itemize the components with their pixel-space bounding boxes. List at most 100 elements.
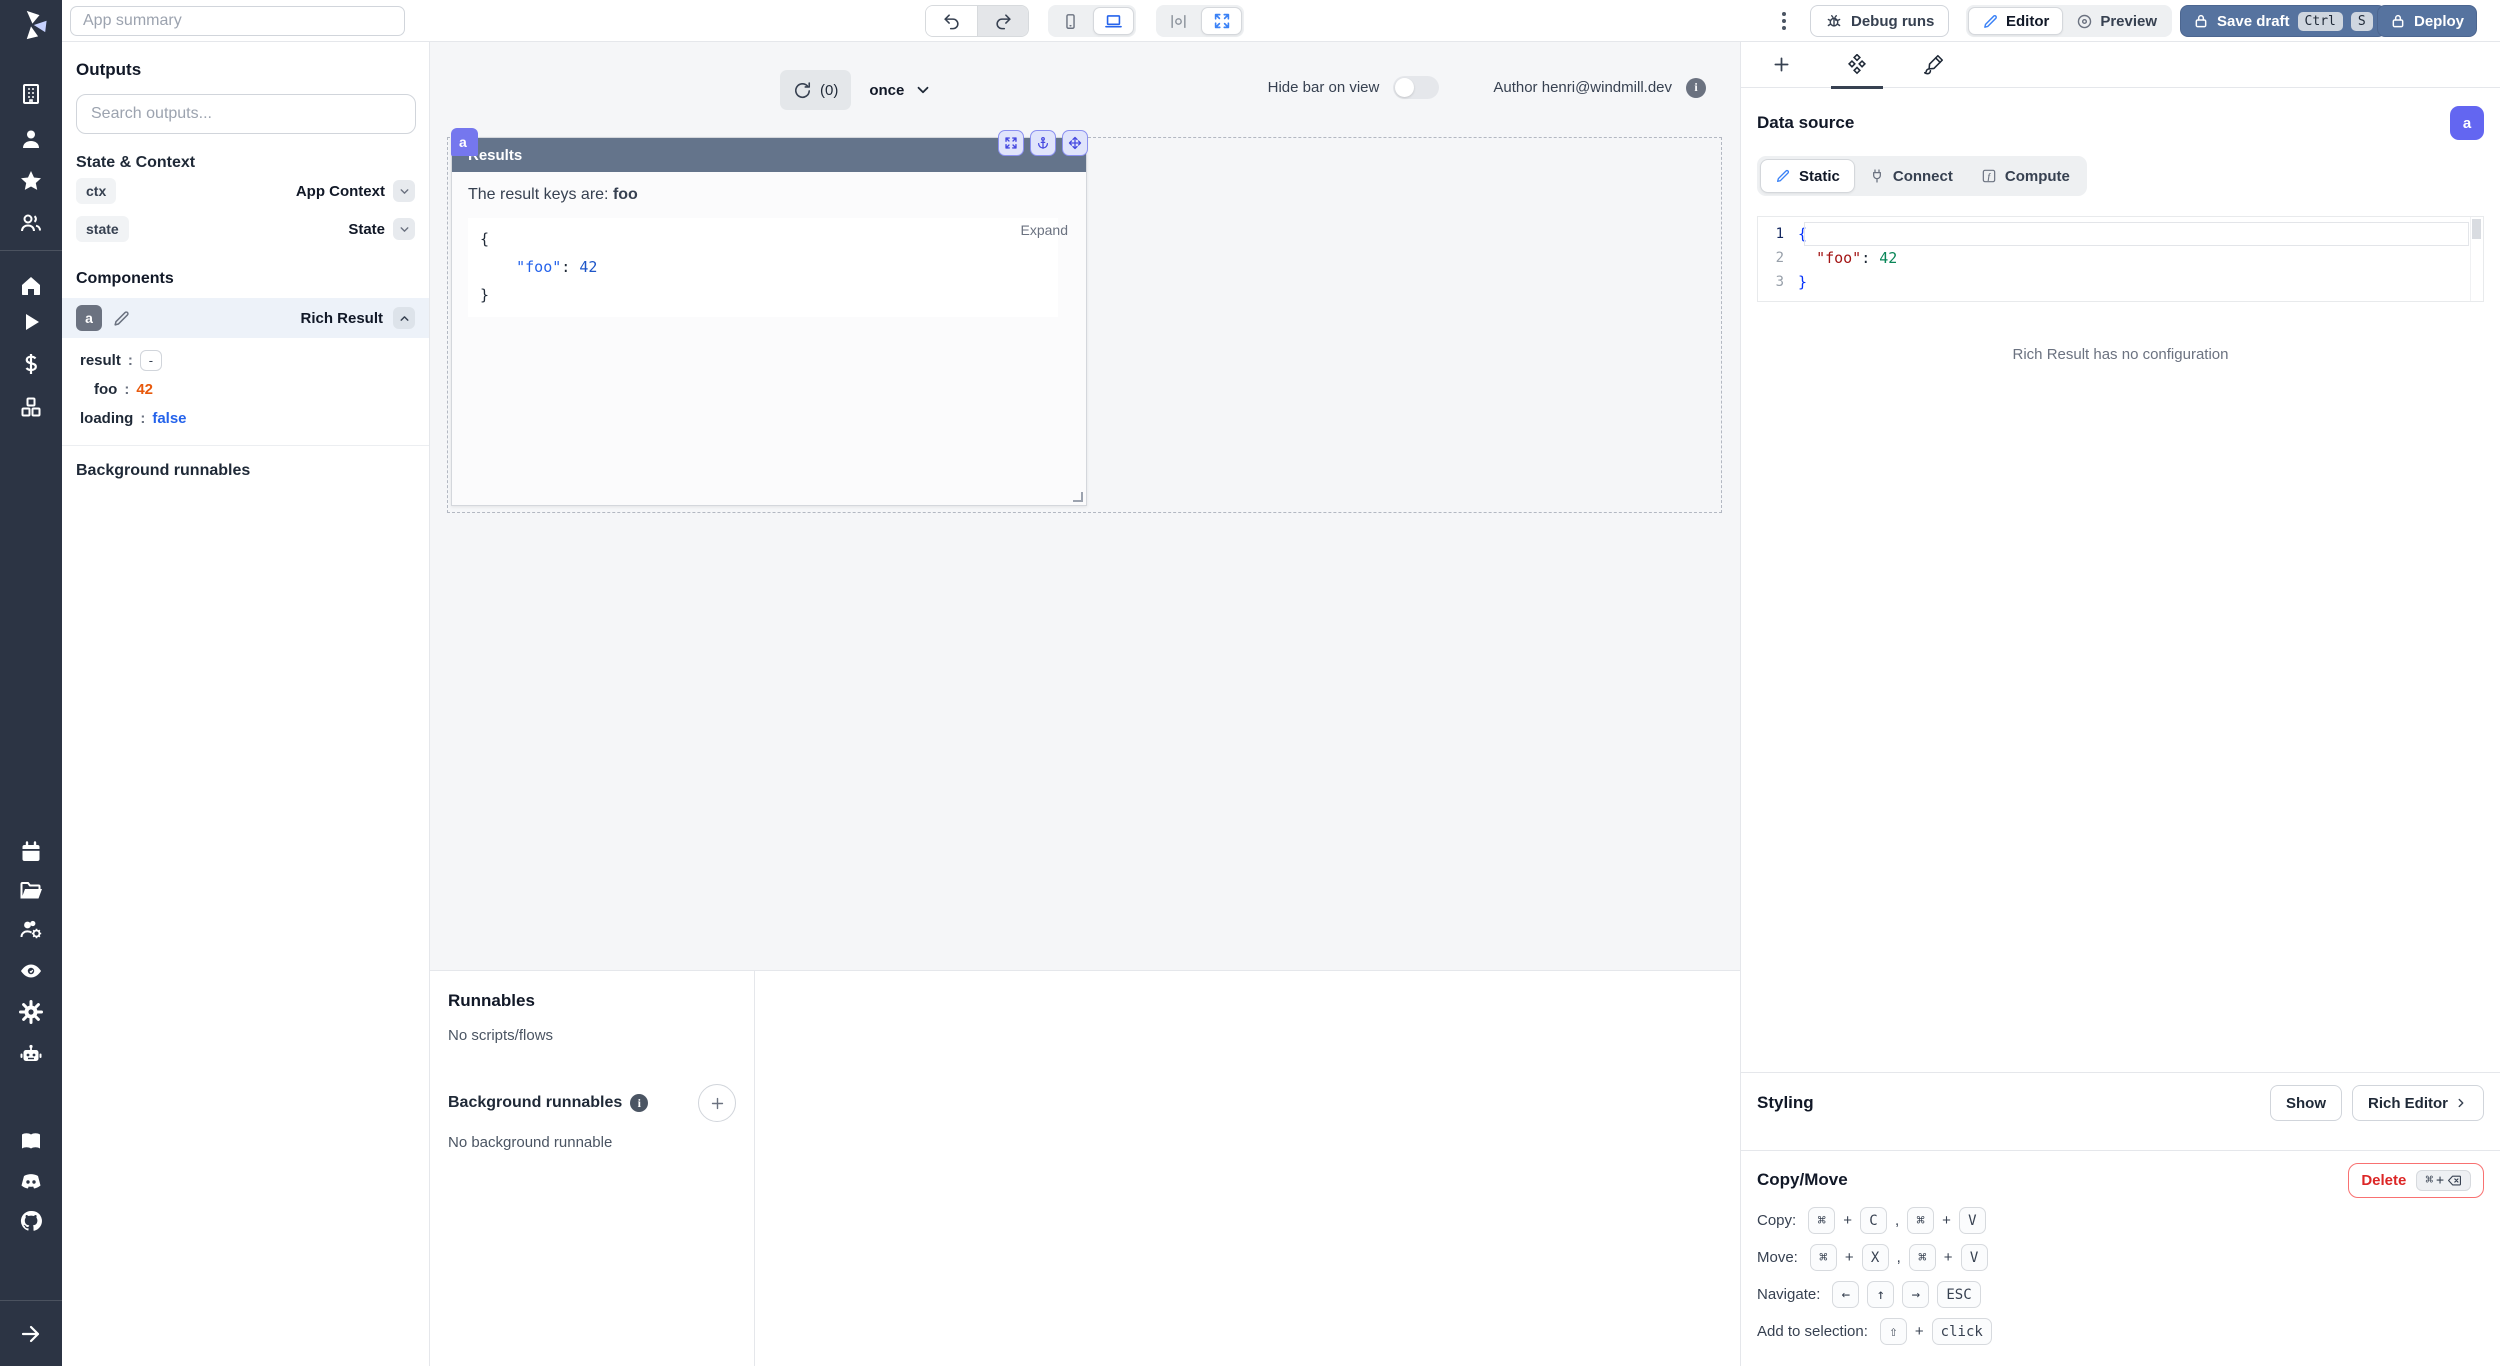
workspace-building-icon[interactable] [19,82,43,106]
groups-users-cog-icon[interactable] [19,917,43,941]
tab-static[interactable]: Static [1760,159,1855,193]
paintbrush-icon [1923,54,1944,75]
trigger-mode-dropdown[interactable]: once [869,81,932,99]
tab-editor[interactable]: Editor [1968,7,2063,35]
ctrl-kbd: Ctrl [2298,12,2343,31]
chevron-down-icon[interactable] [393,180,415,202]
plug-icon [1869,168,1885,184]
undo-button[interactable] [926,5,977,37]
chevron-up-icon[interactable] [393,307,415,329]
fullscreen-button[interactable] [1201,7,1242,35]
hide-bar-toggle[interactable] [1393,76,1439,99]
divider [1741,1072,2500,1073]
save-draft-button[interactable]: Save draft Ctrl S [2180,5,2386,37]
state-expand-control[interactable]: State [348,218,415,240]
chevron-right-icon [2454,1096,2468,1110]
audit-eye-icon[interactable] [19,959,43,983]
rich-editor-button[interactable]: Rich Editor [2352,1085,2484,1121]
refresh-icon [793,81,812,100]
rich-result-component[interactable]: a Results The result keys are: foo Expan… [451,137,1087,506]
discord-icon[interactable] [19,1169,43,1193]
debug-runs-button[interactable]: Debug runs [1810,5,1949,37]
windmill-logo-icon[interactable] [14,8,48,42]
ctx-key-badge: ctx [76,178,116,204]
outputs-panel: Outputs State & Context ctx App Context … [62,42,430,1366]
docs-book-icon[interactable] [19,1129,43,1153]
component-type-label: Rich Result [300,310,383,327]
app-summary-input[interactable] [70,6,405,36]
home-icon[interactable] [19,274,43,298]
collapse-toggle[interactable]: - [140,350,162,371]
component-header: Results [452,138,1086,172]
json-result-view: { "foo": 42 } [468,218,1058,317]
state-context-title: State & Context [76,154,415,172]
app-canvas: (0) once Hide bar on view Author henri@w… [430,42,1740,970]
user-icon[interactable] [19,127,43,151]
pencil-icon [1775,168,1791,184]
refresh-button[interactable]: (0) [780,70,851,110]
expand-component-icon[interactable] [998,130,1024,156]
expand-json-button[interactable]: Expand [1021,222,1068,238]
components-title: Components [76,270,415,288]
result-keys-line: The result keys are: foo [468,186,1070,204]
shortcut-row-navigate: Navigate: ← ↑ → ESC [1757,1276,2484,1313]
loading-value: false [152,410,186,427]
deploy-button[interactable]: Deploy [2377,5,2477,37]
shortcut-row-add-selection: Add to selection: ⇧+click [1757,1313,2484,1350]
move-icon[interactable] [1062,130,1088,156]
tab-component-settings[interactable] [1829,42,1885,88]
variables-dollar-icon[interactable] [19,352,43,376]
anchor-icon[interactable] [1030,130,1056,156]
show-styling-button[interactable]: Show [2270,1085,2342,1121]
divider [1741,1150,2500,1151]
search-outputs-input[interactable] [76,94,416,134]
tab-compute[interactable]: f Compute [1967,159,2084,193]
preview-eye-icon [2076,13,2093,30]
add-background-runnable-button[interactable] [698,1084,736,1122]
runnables-list: Runnables No scripts/flows Background ru… [430,971,755,1366]
hide-bar-label: Hide bar on view [1268,79,1380,96]
users-icon[interactable] [19,211,43,235]
redo-button[interactable] [977,5,1028,37]
mobile-view-button[interactable] [1050,7,1091,35]
chevron-down-icon[interactable] [393,218,415,240]
delete-component-button[interactable]: Delete ⌘+ [2348,1163,2484,1198]
copy-move-title: Copy/Move [1757,1170,1848,1190]
shortcut-row-move: Move: ⌘+X , ⌘+V [1757,1239,2484,1276]
delete-shortcut-kbd: ⌘+ [2416,1170,2471,1191]
rename-pencil-icon[interactable] [112,309,131,328]
tab-styling[interactable] [1905,42,1961,88]
code-line-3: 3 } [1758,270,2483,294]
tab-preview[interactable]: Preview [2063,7,2170,35]
state-key-badge: state [76,216,129,242]
settings-gear-icon[interactable] [19,1000,43,1024]
rail-divider [0,250,62,251]
ai-robot-icon[interactable] [19,1042,43,1066]
resize-handle[interactable] [1073,492,1083,502]
tree-row-result: result : - [80,346,429,375]
collapse-arrow-right-icon[interactable] [19,1322,43,1346]
ctx-expand-control[interactable]: App Context [296,180,415,202]
no-scripts-label: No scripts/flows [448,1027,736,1044]
pencil-icon [1982,13,1999,30]
github-icon[interactable] [19,1209,43,1233]
tab-connect[interactable]: Connect [1855,159,1967,193]
info-icon[interactable]: i [630,1094,648,1112]
runs-play-icon[interactable] [19,310,43,334]
static-json-editor[interactable]: 1 { 2 "foo": 42 3 } [1757,216,2484,302]
author-info-icon[interactable]: i [1686,78,1706,98]
spacing-icon-button[interactable] [1158,7,1199,35]
tab-add-component[interactable] [1753,42,1809,88]
more-menu-button[interactable] [1772,9,1796,33]
desktop-view-button[interactable] [1093,7,1134,35]
device-toggle-group [1048,5,1136,37]
editor-scrollbar[interactable] [2470,217,2483,301]
folders-icon[interactable] [19,879,43,903]
no-configuration-label: Rich Result has no configuration [1757,346,2484,363]
backspace-icon [2447,1173,2462,1188]
schedules-calendar-icon[interactable] [19,840,43,864]
star-icon[interactable] [19,169,43,193]
resources-blocks-icon[interactable] [19,395,43,419]
lock-icon [2193,13,2209,29]
component-list-item-a[interactable]: a Rich Result [62,298,429,338]
